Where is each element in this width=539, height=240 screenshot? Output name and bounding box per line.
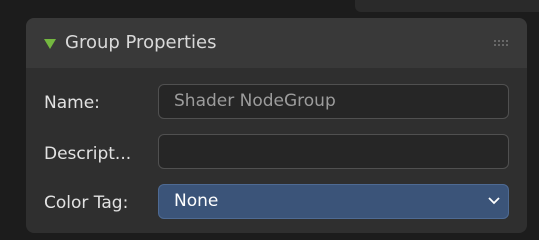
name-label: Name: — [44, 93, 100, 113]
top-strip — [355, 0, 539, 12]
name-field[interactable]: Shader NodeGroup — [158, 84, 509, 119]
panel-title: Group Properties — [65, 32, 217, 53]
group-properties-panel: Group Properties Name: Shader NodeGroup … — [26, 18, 527, 233]
triangle-down-icon[interactable] — [44, 38, 56, 50]
description-field[interactable] — [158, 134, 509, 169]
panel-header[interactable]: Group Properties — [26, 18, 527, 68]
color-tag-value: None — [174, 191, 219, 211]
drag-grip-icon[interactable] — [494, 39, 510, 47]
description-label: Descript... — [44, 144, 132, 164]
chevron-down-icon — [488, 197, 500, 205]
color-tag-dropdown[interactable]: None — [158, 184, 509, 219]
color-tag-label: Color Tag: — [44, 193, 129, 213]
